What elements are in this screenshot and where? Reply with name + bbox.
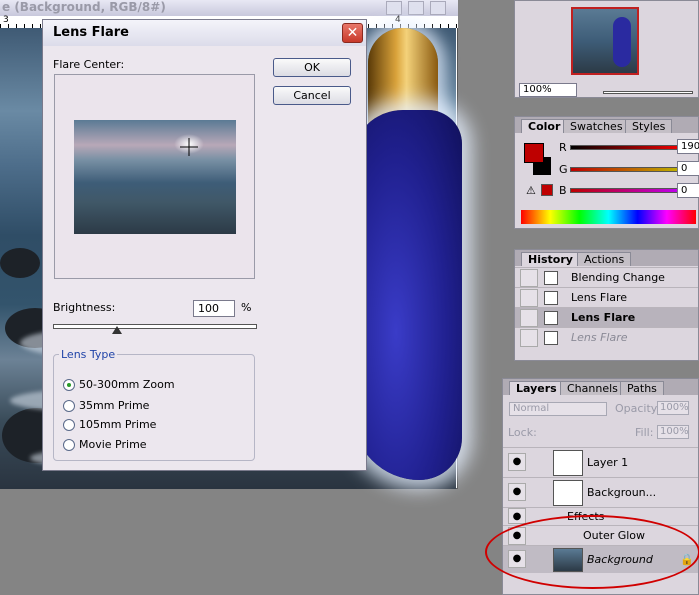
crosshair-icon	[180, 138, 198, 156]
history-item-label: Lens Flare	[571, 331, 628, 344]
history-state-icon	[544, 291, 558, 305]
navigator-palette: 100%	[514, 0, 699, 98]
b-value[interactable]: 0	[677, 183, 699, 198]
navigator-thumbnail[interactable]	[571, 7, 639, 75]
dialog-close-button[interactable]: ✕	[342, 23, 363, 43]
lens-option-label: Movie Prime	[79, 438, 147, 451]
g-value[interactable]: 0	[677, 161, 699, 176]
history-tabs: History Actions	[515, 250, 698, 266]
r-label: R	[559, 141, 567, 154]
gamut-swatch[interactable]	[541, 184, 553, 196]
r-slider[interactable]	[570, 145, 687, 150]
history-item[interactable]: Lens Flare	[515, 287, 698, 307]
dialog-title: Lens Flare	[53, 25, 129, 40]
brightness-slider[interactable]	[53, 324, 257, 329]
warning-icon[interactable]: ⚠	[526, 184, 536, 197]
zoom-field[interactable]: 100%	[519, 83, 577, 97]
history-state-icon	[544, 271, 558, 285]
history-palette: History Actions Blending Change Lens Fla…	[514, 249, 699, 361]
flare-preview[interactable]	[54, 74, 255, 279]
history-item-label: Lens Flare	[571, 291, 628, 304]
minimize-button[interactable]	[386, 1, 402, 15]
history-item-current[interactable]: Lens Flare	[515, 307, 698, 327]
fill-label: Fill:	[635, 426, 654, 439]
eye-icon[interactable]: ●	[508, 453, 526, 471]
tab-history[interactable]: History	[521, 252, 580, 266]
history-item[interactable]: Blending Change	[515, 267, 698, 287]
b-slider[interactable]	[570, 188, 687, 193]
opacity-label: Opacity:	[615, 402, 661, 415]
tab-layers[interactable]: Layers	[509, 381, 564, 395]
lens-type-label: Lens Type	[59, 348, 118, 361]
eye-icon[interactable]: ●	[508, 508, 526, 524]
layer-thumbnail	[553, 480, 583, 506]
radio-movie-prime[interactable]	[63, 439, 75, 451]
tab-channels[interactable]: Channels	[560, 381, 625, 395]
layer-name: Layer 1	[587, 456, 629, 469]
g-label: G	[559, 163, 568, 176]
history-state-icon	[544, 311, 558, 325]
lock-label: Lock:	[508, 426, 537, 439]
history-item[interactable]: Lens Flare	[515, 327, 698, 347]
zoom-slider[interactable]	[603, 91, 693, 94]
tab-styles[interactable]: Styles	[625, 119, 673, 133]
brightness-input[interactable]: 100	[193, 300, 235, 317]
layer-row[interactable]: ● Backgroun...	[503, 477, 698, 507]
document-title: e (Background, RGB/8#)	[2, 0, 166, 14]
percent-label: %	[241, 301, 252, 314]
brightness-label: Brightness:	[53, 301, 116, 314]
opacity-field[interactable]: 100%	[657, 401, 689, 415]
eye-icon[interactable]: ●	[508, 483, 526, 501]
radio-105mm-prime[interactable]	[63, 419, 75, 431]
radio-50-300mm-zoom[interactable]	[63, 379, 75, 391]
brightness-slider-thumb[interactable]	[112, 326, 122, 334]
layer-row[interactable]: ● Layer 1	[503, 447, 698, 477]
history-item-label: Blending Change	[571, 271, 665, 284]
ruler-mark: 3	[3, 15, 9, 25]
tab-actions[interactable]: Actions	[577, 252, 632, 266]
fill-field[interactable]: 100%	[657, 425, 689, 439]
maximize-button[interactable]	[408, 1, 424, 15]
history-state-icon	[544, 331, 558, 345]
document-title-bar[interactable]: e (Background, RGB/8#)	[0, 0, 458, 16]
color-palette: Color Swatches Styles R 190 G 0 ⚠ B 0	[514, 116, 699, 229]
radio-35mm-prime[interactable]	[63, 400, 75, 412]
layers-tabs: Layers Channels Paths	[503, 379, 698, 395]
layer-thumbnail	[553, 450, 583, 476]
color-spectrum-bar[interactable]	[521, 210, 696, 224]
history-item-label: Lens Flare	[571, 311, 636, 324]
ok-button[interactable]: OK	[273, 58, 351, 77]
close-document-button[interactable]	[430, 1, 446, 15]
history-brush-checkbox[interactable]	[520, 289, 538, 307]
flare-center-label: Flare Center:	[53, 58, 125, 71]
color-tabs: Color Swatches Styles	[515, 117, 698, 133]
tab-swatches[interactable]: Swatches	[563, 119, 630, 133]
layer-name: Backgroun...	[587, 486, 657, 499]
b-label: B	[559, 184, 567, 197]
layers-palette: Layers Channels Paths Normal Opacity: 10…	[485, 378, 699, 595]
g-slider[interactable]	[570, 167, 687, 172]
lens-option-label: 105mm Prime	[79, 418, 157, 431]
perfume-bottle	[352, 110, 462, 480]
r-value[interactable]: 190	[677, 139, 699, 154]
history-brush-checkbox[interactable]	[520, 269, 538, 287]
preview-thumbnail[interactable]	[74, 120, 236, 234]
ruler-mark: 4	[395, 15, 401, 25]
cancel-button[interactable]: Cancel	[273, 86, 351, 105]
highlight-ellipse	[485, 515, 699, 589]
tab-color[interactable]: Color	[521, 119, 568, 133]
lens-option-label: 50-300mm Zoom	[79, 378, 175, 391]
blend-mode-select[interactable]: Normal	[509, 402, 607, 416]
foreground-color-swatch[interactable]	[524, 143, 544, 163]
lens-flare-dialog: Lens Flare ✕ Flare Center: OK Cancel Bri…	[42, 19, 367, 471]
history-brush-checkbox[interactable]	[520, 309, 538, 327]
tab-paths[interactable]: Paths	[620, 381, 664, 395]
history-brush-checkbox[interactable]	[520, 329, 538, 347]
lens-option-label: 35mm Prime	[79, 399, 150, 412]
dialog-title-bar[interactable]: Lens Flare ✕	[43, 20, 366, 46]
